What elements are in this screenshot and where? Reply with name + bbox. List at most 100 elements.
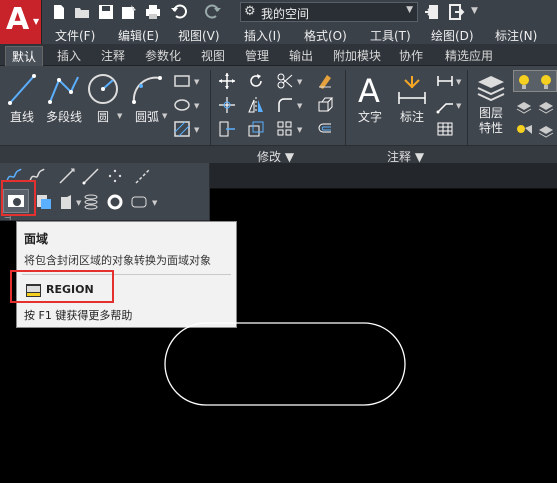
svg-text:A: A (358, 72, 380, 106)
chevron-down-icon[interactable]: ▼ (456, 102, 461, 110)
boundary-icon[interactable] (130, 193, 148, 211)
document-tab-strip (210, 163, 557, 189)
erase-icon[interactable] (316, 72, 334, 90)
layer-properties-tool[interactable]: 图层 特性 (473, 72, 509, 136)
stretch-icon[interactable] (218, 120, 236, 138)
menu-insert[interactable]: 插入(I) (244, 27, 281, 44)
undo-icon[interactable] (170, 3, 188, 21)
layers-icon (477, 76, 505, 102)
tab-featured-apps[interactable]: 精选应用 (445, 47, 493, 64)
region-highlight-box (1, 180, 36, 216)
helix-icon[interactable] (82, 193, 100, 211)
menu-file[interactable]: 文件(F) (55, 27, 95, 44)
polyline-icon (48, 76, 79, 104)
layer-toolbar-highlight[interactable] (513, 70, 557, 92)
tab-addins[interactable]: 附加模块 (333, 47, 381, 64)
divide-icon[interactable] (134, 167, 152, 185)
ribbon-tab-bar: 默认 插入 注释 参数化 视图 管理 输出 附加模块 协作 精选应用 (0, 44, 557, 66)
save-icon[interactable] (97, 3, 115, 21)
panel-title-bar: 修改 ▼ 注释 ▼ (0, 145, 557, 164)
rounded-slot-shape[interactable] (164, 322, 406, 406)
linear-dim-icon[interactable] (436, 72, 454, 90)
rotate-icon[interactable] (247, 72, 265, 90)
arc-icon (132, 76, 162, 104)
table-icon[interactable] (436, 120, 454, 138)
offset-icon[interactable] (316, 120, 334, 138)
rectangle-icon[interactable] (173, 72, 191, 90)
arc-label: 圆弧 (134, 110, 159, 124)
layer-isolate-icon[interactable] (515, 120, 533, 138)
chevron-down-icon[interactable]: ▼ (194, 102, 199, 110)
chevron-down-icon[interactable]: ▼ (117, 112, 122, 120)
multiple-points-icon[interactable] (106, 167, 124, 185)
text-tool[interactable]: A 文字 (352, 72, 388, 125)
layer-properties-label-line1: 图层 (478, 106, 503, 120)
chevron-down-icon[interactable]: ▼ (456, 78, 461, 86)
command-highlight-box (10, 270, 114, 303)
wipeout-icon[interactable] (35, 193, 53, 211)
share-icon[interactable] (423, 3, 441, 21)
export-icon[interactable] (447, 3, 465, 21)
tab-output[interactable]: 输出 (289, 47, 313, 64)
menu-dimension[interactable]: 标注(N) (495, 27, 537, 44)
chevron-down-icon[interactable]: ▼ (194, 126, 199, 134)
layer-properties-label-line2: 特性 (478, 121, 503, 135)
scale-icon[interactable] (247, 120, 265, 138)
copy-icon[interactable] (218, 96, 236, 114)
move-icon[interactable] (218, 72, 236, 90)
trim-icon[interactable] (276, 72, 294, 90)
donut-icon[interactable] (106, 193, 124, 211)
print-icon[interactable] (144, 3, 162, 21)
dimension-tool[interactable]: 标注 (394, 72, 430, 125)
autocad-logo-icon: A (6, 2, 30, 37)
ellipse-icon[interactable] (173, 96, 191, 114)
tab-annotate[interactable]: 注释 (101, 47, 125, 64)
tab-collaborate[interactable]: 协作 (399, 47, 423, 64)
layer-freeze-icon[interactable] (515, 96, 533, 114)
workspace-selector[interactable]: ⚙ 我的空间 ▼ (240, 2, 418, 22)
explode-icon[interactable] (316, 96, 334, 114)
open-file-icon[interactable] (73, 3, 91, 21)
ray-icon[interactable] (82, 167, 100, 185)
mirror-icon[interactable] (247, 96, 265, 114)
fillet-icon[interactable] (276, 96, 294, 114)
menu-edit[interactable]: 编辑(E) (118, 27, 159, 44)
menu-draw[interactable]: 绘图(D) (431, 27, 474, 44)
menu-format[interactable]: 格式(O) (304, 27, 347, 44)
tab-insert[interactable]: 插入 (57, 47, 81, 64)
leader-icon[interactable] (436, 96, 454, 114)
save-as-icon[interactable] (120, 3, 138, 21)
chevron-down-icon[interactable]: ▼ (162, 112, 167, 120)
chevron-down-icon[interactable]: ▼ (152, 199, 157, 207)
chevron-down-icon[interactable]: ▼ (194, 78, 199, 86)
chevron-down-icon[interactable]: ▼ (297, 102, 302, 110)
new-file-icon[interactable] (50, 3, 68, 21)
circle-icon (88, 74, 118, 104)
redo-icon[interactable] (204, 3, 222, 21)
chevron-down-icon[interactable]: ▼ (297, 126, 302, 134)
chevron-down-icon[interactable]: ▼ (297, 78, 302, 86)
line-tool[interactable]: 直线 (6, 72, 38, 125)
tab-view[interactable]: 视图 (201, 47, 225, 64)
revcloud-icon[interactable] (58, 193, 76, 211)
title-bar: ⚙ 我的空间 ▼ ▼ (0, 0, 557, 24)
layer-match-icon[interactable] (537, 120, 555, 138)
menu-view[interactable]: 视图(V) (178, 27, 220, 44)
circle-tool[interactable]: 圆 (86, 72, 120, 125)
chevron-down-icon: ▼ (406, 5, 413, 15)
tab-default[interactable]: 默认 (5, 46, 44, 66)
hatch-icon[interactable] (173, 120, 191, 138)
array-icon[interactable] (276, 120, 294, 138)
line-label: 直线 (9, 110, 34, 124)
dimension-icon (398, 76, 426, 104)
tab-parametric[interactable]: 参数化 (145, 47, 181, 64)
tab-manage[interactable]: 管理 (245, 47, 269, 64)
polyline-tool[interactable]: 多段线 (44, 72, 84, 125)
menu-tools[interactable]: 工具(T) (370, 27, 411, 44)
layer-off-icon[interactable] (537, 96, 555, 114)
arc-tool[interactable]: 圆弧 (130, 72, 164, 125)
app-menu-button[interactable]: A ▼ (0, 0, 42, 44)
chevron-down-icon[interactable]: ▼ (76, 199, 81, 207)
qat-menu-icon[interactable]: ▼ (471, 6, 489, 24)
construction-line-icon[interactable] (58, 167, 76, 185)
